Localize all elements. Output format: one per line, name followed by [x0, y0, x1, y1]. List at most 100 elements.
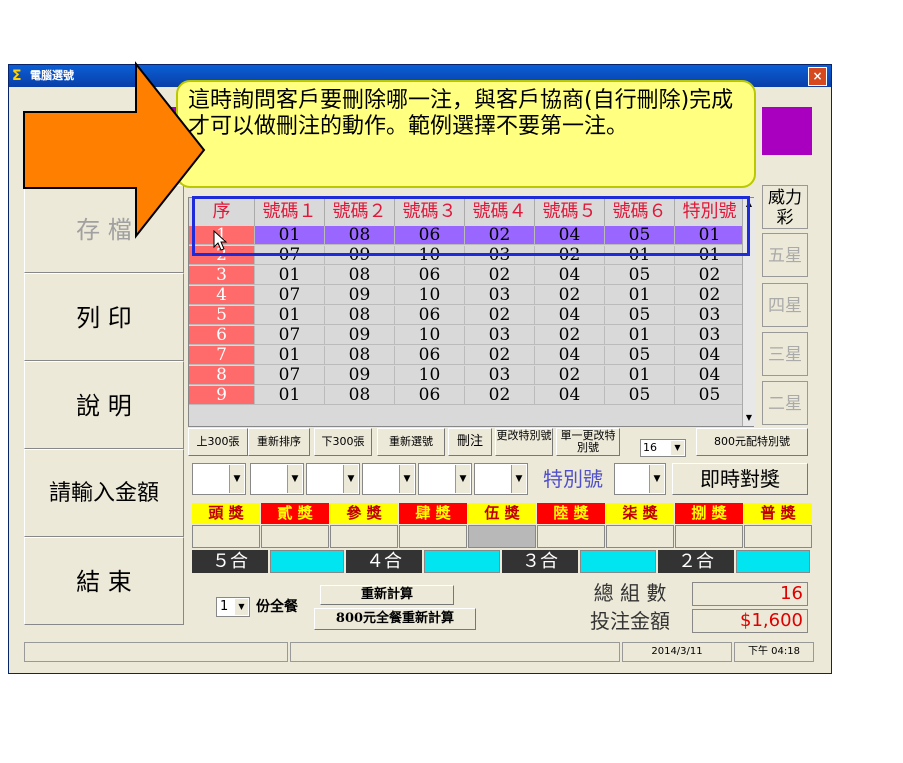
match800-button[interactable]: 800元配特別號 — [696, 428, 808, 456]
number-cell[interactable]: 10 — [395, 366, 465, 385]
prize-count-box — [468, 525, 536, 548]
change-one-special-button[interactable]: 單一更改特別號 — [556, 428, 620, 456]
number-cell[interactable]: 05 — [675, 386, 745, 405]
chevron-down-icon[interactable]: ▼ — [229, 465, 244, 493]
number-cell[interactable]: 10 — [395, 326, 465, 345]
tab-three-star[interactable]: 三星 — [762, 332, 808, 376]
chevron-down-icon[interactable]: ▼ — [511, 465, 526, 493]
row-seq-cell[interactable]: 6 — [189, 326, 255, 345]
chevron-down-icon[interactable]: ▼ — [671, 441, 684, 455]
special-number-combo[interactable]: ▼ — [614, 463, 666, 495]
chevron-down-icon[interactable]: ▼ — [399, 465, 414, 493]
recalculate-button[interactable]: 重新計算 — [320, 585, 454, 605]
number-cell[interactable]: 02 — [465, 386, 535, 405]
number-cell[interactable]: 03 — [675, 306, 745, 325]
scroll-down-icon[interactable]: ▼ — [744, 413, 754, 425]
number-cell[interactable]: 05 — [605, 346, 675, 365]
number-cell[interactable]: 08 — [325, 266, 395, 285]
resort-button[interactable]: 重新排序 — [248, 428, 310, 456]
number-cell[interactable]: 04 — [535, 266, 605, 285]
prize-label: 伍 獎 — [468, 503, 536, 524]
chevron-down-icon[interactable]: ▼ — [455, 465, 470, 493]
number-cell[interactable]: 03 — [675, 326, 745, 345]
number-cell[interactable]: 04 — [535, 306, 605, 325]
number-cell[interactable]: 06 — [395, 346, 465, 365]
number-cell[interactable]: 01 — [255, 266, 325, 285]
number-cell[interactable]: 09 — [325, 326, 395, 345]
number-cell[interactable]: 08 — [325, 346, 395, 365]
chevron-down-icon[interactable]: ▼ — [649, 465, 664, 493]
delete-bet-button[interactable]: 刪注 — [448, 428, 492, 456]
number-cell[interactable]: 07 — [255, 366, 325, 385]
number-combo-6[interactable]: ▼ — [474, 463, 528, 495]
portion-select[interactable]: 1 ▼ — [216, 597, 250, 617]
number-cell[interactable]: 05 — [605, 306, 675, 325]
number-cell[interactable]: 05 — [605, 266, 675, 285]
number-cell[interactable]: 02 — [535, 326, 605, 345]
number-cell[interactable]: 02 — [535, 366, 605, 385]
tab-two-star[interactable]: 二星 — [762, 381, 808, 425]
print-button[interactable]: 列 印 — [24, 273, 184, 361]
exit-button[interactable]: 結 束 — [24, 537, 184, 625]
close-button[interactable]: × — [808, 67, 827, 86]
row-seq-cell[interactable]: 9 — [189, 386, 255, 405]
change-special-button[interactable]: 更改特別號 — [495, 428, 553, 456]
number-combo-2[interactable]: ▼ — [250, 463, 304, 495]
number-cell[interactable]: 04 — [535, 386, 605, 405]
number-cell[interactable]: 08 — [325, 306, 395, 325]
number-cell[interactable]: 03 — [465, 366, 535, 385]
number-cell[interactable]: 02 — [535, 286, 605, 305]
number-cell[interactable]: 03 — [465, 326, 535, 345]
chevron-down-icon[interactable]: ▼ — [343, 465, 358, 493]
up300-button[interactable]: 上300張 — [188, 428, 248, 456]
number-cell[interactable]: 06 — [395, 306, 465, 325]
number-cell[interactable]: 06 — [395, 386, 465, 405]
down300-button[interactable]: 下300張 — [314, 428, 372, 456]
count-select[interactable]: 16 ▼ — [640, 439, 686, 457]
number-cell[interactable]: 03 — [465, 286, 535, 305]
number-combo-3[interactable]: ▼ — [306, 463, 360, 495]
number-cell[interactable]: 07 — [255, 286, 325, 305]
number-cell[interactable]: 04 — [535, 346, 605, 365]
tab-power-lottery[interactable]: 威力彩 — [762, 185, 808, 229]
help-button[interactable]: 說 明 — [24, 361, 184, 449]
number-cell[interactable]: 02 — [675, 266, 745, 285]
row-seq-cell[interactable]: 4 — [189, 286, 255, 305]
number-cell[interactable]: 10 — [395, 286, 465, 305]
row-seq-cell[interactable]: 5 — [189, 306, 255, 325]
number-cell[interactable]: 02 — [465, 306, 535, 325]
tab-five-star[interactable]: 五星 — [762, 233, 808, 277]
prize-label: 柒 獎 — [606, 503, 674, 524]
number-cell[interactable]: 09 — [325, 286, 395, 305]
number-cell[interactable]: 04 — [675, 346, 745, 365]
row-seq-cell[interactable]: 7 — [189, 346, 255, 365]
prize-label: 貳 獎 — [261, 503, 329, 524]
number-cell[interactable]: 04 — [675, 366, 745, 385]
row-seq-cell[interactable]: 8 — [189, 366, 255, 385]
number-cell[interactable]: 07 — [255, 326, 325, 345]
number-combo-1[interactable]: ▼ — [192, 463, 246, 495]
number-cell[interactable]: 01 — [605, 366, 675, 385]
row-seq-cell[interactable]: 3 — [189, 266, 255, 285]
number-cell[interactable]: 01 — [605, 286, 675, 305]
number-cell[interactable]: 01 — [605, 326, 675, 345]
number-combo-4[interactable]: ▼ — [362, 463, 416, 495]
number-cell[interactable]: 01 — [255, 306, 325, 325]
instant-check-button[interactable]: 即時對獎 — [672, 463, 808, 495]
number-cell[interactable]: 01 — [255, 386, 325, 405]
number-cell[interactable]: 02 — [465, 346, 535, 365]
number-cell[interactable]: 08 — [325, 386, 395, 405]
chevron-down-icon[interactable]: ▼ — [235, 599, 248, 615]
enter-amount-button[interactable]: 請輸入金額 — [24, 449, 184, 537]
number-cell[interactable]: 05 — [605, 386, 675, 405]
number-cell[interactable]: 02 — [675, 286, 745, 305]
reselect-button[interactable]: 重新選號 — [377, 428, 445, 456]
number-cell[interactable]: 06 — [395, 266, 465, 285]
number-combo-5[interactable]: ▼ — [418, 463, 472, 495]
number-cell[interactable]: 01 — [255, 346, 325, 365]
number-cell[interactable]: 02 — [465, 266, 535, 285]
number-cell[interactable]: 09 — [325, 366, 395, 385]
tab-four-star[interactable]: 四星 — [762, 283, 808, 327]
recalculate-800-button[interactable]: 800元全餐重新計算 — [314, 608, 476, 630]
chevron-down-icon[interactable]: ▼ — [287, 465, 302, 493]
